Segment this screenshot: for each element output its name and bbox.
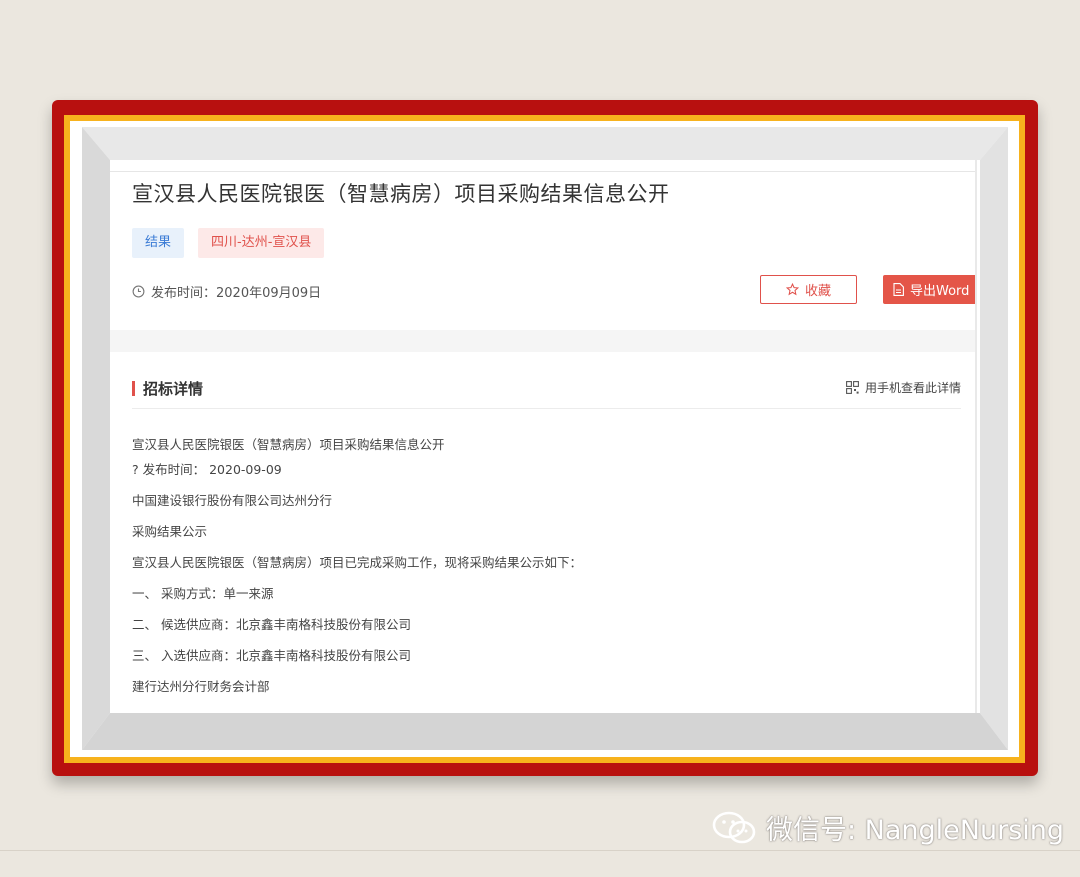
- body-line: 宣汉县人民医院银医（智慧病房）项目已完成采购工作，现将采购结果公示如下：: [132, 555, 583, 570]
- article-body: 宣汉县人民医院银医（智慧病房）项目采购结果信息公开 ? 发布时间： 2020-0…: [132, 434, 582, 695]
- body-line: 二、 候选供应商：北京鑫丰南格科技股份有限公司: [132, 617, 411, 632]
- clock-icon: [132, 285, 145, 298]
- publish-date: 2020年09月09日: [216, 286, 322, 301]
- favorite-label: 收藏: [804, 284, 831, 299]
- mobile-view-link[interactable]: 用手机查看此详情: [846, 379, 961, 396]
- qr-code-icon: [846, 381, 859, 394]
- body-line: 宣汉县人民医院银医（智慧病房）项目采购结果信息公开: [132, 437, 445, 452]
- export-word-label: 导出Word: [910, 284, 970, 299]
- wechat-watermark: 微信号: NangleNursing: [712, 808, 1064, 847]
- section-title: 招标详情: [143, 380, 204, 398]
- body-line: 建行达州分行财务会计部: [132, 679, 270, 694]
- export-word-button[interactable]: 导出Word: [883, 275, 977, 304]
- star-icon: [785, 283, 799, 296]
- details-card: 招标详情 用手机查看此详情 宣汉县人民医院银医（智慧病房）项目采购结果信息公开 …: [110, 352, 977, 713]
- favorite-button[interactable]: 收藏: [760, 275, 857, 304]
- page-title: 宣汉县人民医院银医（智慧病房）项目采购结果信息公开: [132, 182, 670, 206]
- body-line: 三、 入选供应商：北京鑫丰南格科技股份有限公司: [132, 648, 411, 663]
- watermark-text: 微信号: NangleNursing: [766, 815, 1065, 846]
- result-tag[interactable]: 结果: [132, 228, 185, 258]
- body-line: ? 发布时间： 2020-09-09: [132, 462, 282, 477]
- body-line: 采购结果公示: [132, 524, 208, 539]
- wechat-icon: [712, 811, 756, 843]
- body-line: 一、 采购方式：单一来源: [132, 586, 274, 601]
- header-card: 宣汉县人民医院银医（智慧病房）项目采购结果信息公开 结果 四川-达州-宣汉县 发…: [110, 160, 977, 330]
- document-icon: [893, 283, 904, 296]
- publish-time: 发布时间： 2020年09月09日: [132, 282, 321, 301]
- region-tag[interactable]: 四川-达州-宣汉县: [198, 228, 325, 258]
- background-divider: [0, 850, 1080, 851]
- body-line: 中国建设银行股份有限公司达州分行: [132, 493, 333, 508]
- webpage-screenshot: 宣汉县人民医院银医（智慧病房）项目采购结果信息公开 结果 四川-达州-宣汉县 发…: [110, 160, 977, 713]
- publish-label: 发布时间：: [151, 286, 217, 301]
- mobile-view-label: 用手机查看此详情: [864, 381, 961, 395]
- scrollbar-track[interactable]: [975, 160, 977, 713]
- section-heading: 招标详情: [132, 378, 203, 399]
